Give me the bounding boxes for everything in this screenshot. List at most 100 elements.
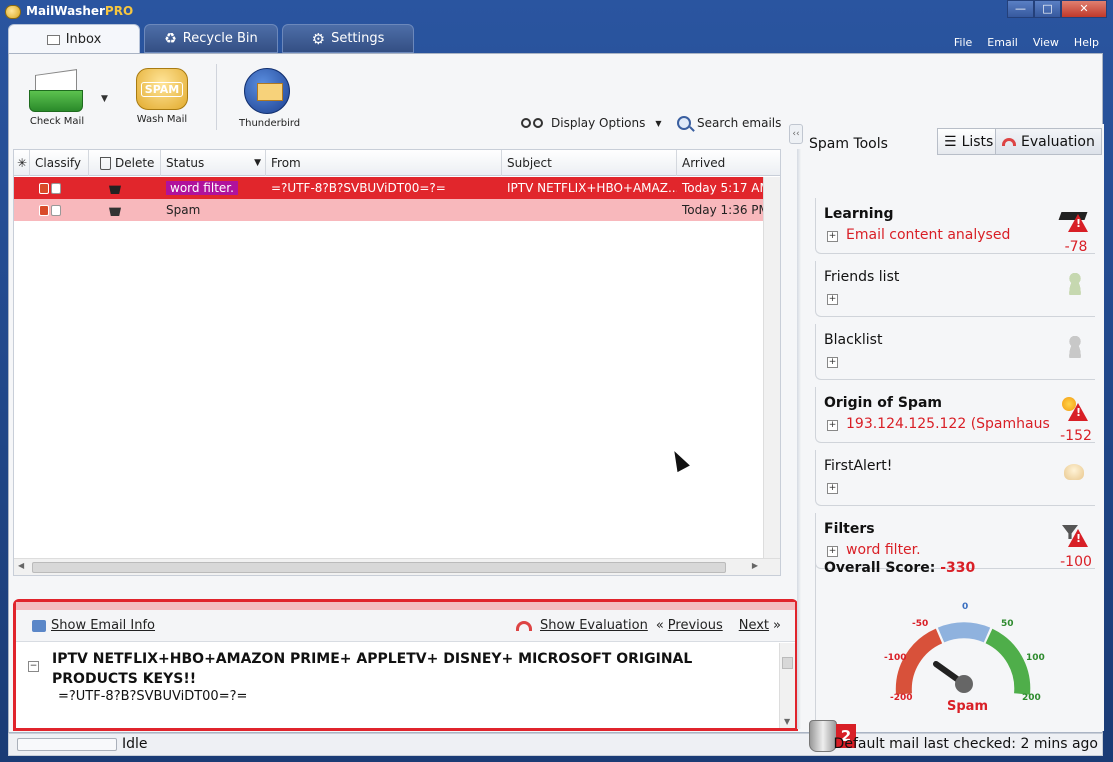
filters-title: Filters: [824, 521, 875, 537]
show-evaluation-link[interactable]: Show Evaluation: [540, 618, 648, 633]
overall-score-section: Overall Score: -330 -200 -100 -50 0 50 1…: [815, 558, 1095, 728]
previous-link[interactable]: Previous: [668, 618, 723, 633]
preview-scrollbar[interactable]: ▼: [779, 643, 795, 728]
gauge-hub: [955, 675, 973, 693]
preview-subject: IPTV NETFLIX+HBO+AMAZON PRIME+ APPLETV+ …: [52, 651, 693, 687]
email-row[interactable]: word filter. =?UTF-8?B?SVBUViDT00=?= IPT…: [14, 177, 780, 199]
close-button[interactable]: ✕: [1061, 0, 1107, 18]
email-list-horizontal-scrollbar[interactable]: ◀ ▶: [14, 558, 780, 575]
last-checked-text: Default mail last checked: 2 mins ago: [833, 736, 1098, 752]
expand-icon[interactable]: +: [827, 357, 838, 368]
blacklist-icon: [1060, 332, 1088, 358]
column-from[interactable]: From: [266, 150, 502, 176]
chevron-down-icon: ▼: [655, 118, 662, 128]
tab-settings[interactable]: ⚙ Settings: [282, 24, 414, 53]
expand-icon[interactable]: +: [827, 483, 838, 494]
gauge-tick-label: 100: [1026, 653, 1045, 663]
tab-recycle-bin-label: Recycle Bin: [182, 31, 258, 46]
collapse-icon[interactable]: −: [28, 661, 39, 672]
delete-cell[interactable]: [89, 199, 161, 221]
wash-mail-button[interactable]: SPAM Wash Mail: [134, 68, 190, 125]
column-classify[interactable]: Classify: [30, 150, 89, 176]
email-row[interactable]: Spam Today 1:36 PM: [14, 199, 780, 221]
preview-scroll-thumb[interactable]: [782, 657, 793, 669]
lists-button[interactable]: ☰ Lists: [937, 128, 1001, 155]
status-cell: Spam: [166, 203, 201, 217]
display-options-button[interactable]: Display Options ▼: [521, 116, 662, 130]
panel-splitter[interactable]: [797, 149, 801, 729]
spam-tools-title: Spam Tools: [809, 136, 888, 152]
menu-view[interactable]: View: [1033, 36, 1059, 49]
glasses-icon: [521, 118, 545, 128]
status-text: Idle: [122, 736, 148, 752]
panel-collapse-button[interactable]: ‹‹: [789, 124, 803, 144]
search-emails-button[interactable]: Search emails: [677, 116, 781, 130]
menu-file[interactable]: File: [954, 36, 972, 49]
tab-inbox[interactable]: Inbox: [8, 24, 140, 54]
tab-settings-label: Settings: [331, 31, 385, 46]
gauge-icon: [1002, 137, 1016, 146]
gauge-tick-label: -100: [884, 653, 907, 663]
friends-icon: [1060, 269, 1088, 295]
column-arrived[interactable]: Arrived: [677, 150, 780, 176]
title-bar: MailWasherPRO — □ ✕: [0, 0, 1113, 24]
filters-value: word filter.: [846, 542, 921, 558]
menu-help[interactable]: Help: [1074, 36, 1099, 49]
show-email-info-link[interactable]: Show Email Info: [51, 618, 155, 633]
gear-icon: ⚙: [311, 29, 326, 48]
main-window: MailWasherPRO — □ ✕ Inbox ♻ Recycle Bin …: [0, 0, 1113, 762]
display-options-label: Display Options: [551, 116, 646, 130]
menu-email[interactable]: Email: [987, 36, 1018, 49]
gauge-tick-label: 0: [962, 602, 968, 612]
column-subject[interactable]: Subject: [502, 150, 677, 176]
check-mail-dropdown-icon[interactable]: ▼: [101, 94, 108, 104]
status-cell: word filter.: [161, 177, 266, 199]
classify-cell[interactable]: [14, 199, 89, 221]
expand-icon[interactable]: +: [827, 294, 838, 305]
firstalert-icon: [1060, 458, 1088, 484]
email-preview-pane: Show Email Info Show Evaluation « Previo…: [13, 599, 798, 731]
thumbs-icon[interactable]: [39, 204, 61, 216]
expand-icon[interactable]: +: [827, 231, 838, 242]
subject-cell: [502, 199, 677, 221]
learning-value: Email content analysed: [846, 227, 1011, 243]
column-delete[interactable]: Delete: [89, 150, 161, 176]
filter-icon: [1060, 521, 1088, 547]
status-bar: Idle 2 Default mail last checked: 2 mins…: [8, 720, 1103, 756]
origin-of-spam-score: -152: [1060, 428, 1092, 444]
delete-icon[interactable]: [109, 185, 121, 194]
column-options-icon[interactable]: ✳: [14, 150, 30, 176]
delete-icon[interactable]: [109, 207, 121, 216]
progress-bar: [17, 738, 117, 751]
menu-bar: File Email View Help: [954, 36, 1099, 49]
maximize-button[interactable]: □: [1034, 0, 1061, 18]
thunderbird-icon: [244, 68, 290, 114]
blacklist-title: Blacklist: [824, 332, 883, 348]
scroll-left-icon[interactable]: ◀: [18, 561, 24, 570]
thunderbird-button[interactable]: Thunderbird: [239, 68, 300, 129]
friends-list-section: Friends list +: [815, 261, 1095, 317]
email-list-vertical-scrollbar[interactable]: ▼: [763, 177, 780, 575]
evaluation-button[interactable]: Evaluation: [995, 128, 1102, 155]
next-link[interactable]: Next: [739, 618, 769, 633]
column-status[interactable]: Status ▼: [161, 150, 266, 176]
check-mail-button[interactable]: Check Mail: [29, 68, 85, 127]
delete-cell[interactable]: [89, 177, 161, 199]
blacklist-section: Blacklist +: [815, 324, 1095, 380]
expand-icon[interactable]: +: [827, 420, 838, 431]
learning-score: -78: [1064, 239, 1088, 255]
wash-mail-label: Wash Mail: [136, 114, 188, 125]
preview-body: − IPTV NETFLIX+HBO+AMAZON PRIME+ APPLETV…: [16, 643, 795, 728]
info-icon: [32, 619, 46, 632]
minimize-button[interactable]: —: [1007, 0, 1034, 18]
horizontal-scroll-thumb[interactable]: [32, 562, 726, 573]
tab-recycle-bin[interactable]: ♻ Recycle Bin: [144, 24, 278, 53]
from-cell: [266, 199, 502, 221]
classify-cell[interactable]: [14, 177, 89, 199]
scroll-right-icon[interactable]: ▶: [752, 561, 758, 570]
preview-scroll-down-icon[interactable]: ▼: [784, 717, 790, 726]
expand-icon[interactable]: +: [827, 546, 838, 557]
previous-marker: «: [655, 618, 664, 633]
thumbs-icon[interactable]: [39, 182, 61, 194]
trash-icon: [100, 156, 111, 170]
